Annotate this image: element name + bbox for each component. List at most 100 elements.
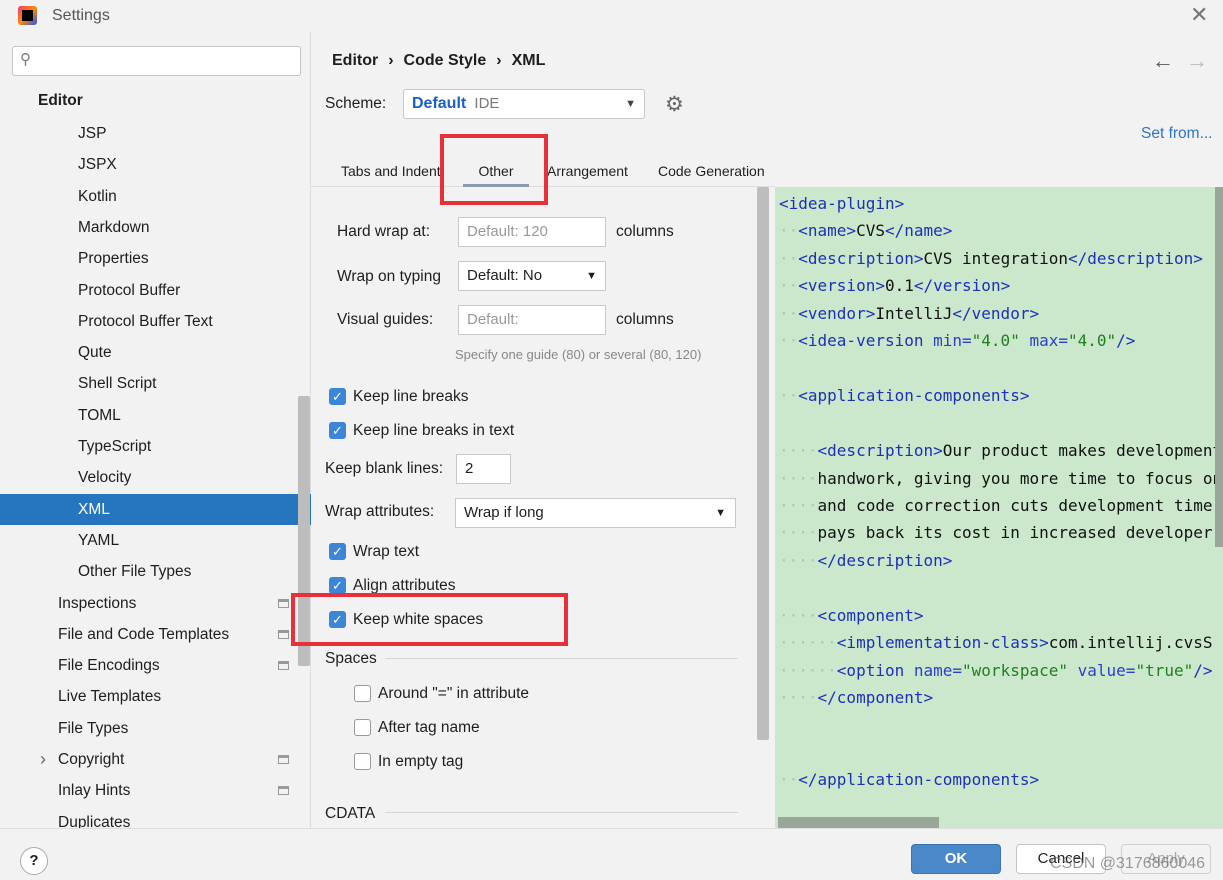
after-tag-name-checkbox[interactable] <box>354 719 371 736</box>
project-settings-icon <box>278 661 289 671</box>
code-token: IntelliJ <box>875 303 953 323</box>
breadcrumb-item[interactable]: Editor <box>332 52 378 69</box>
sidebar-item-kotlin[interactable]: Kotlin <box>0 181 298 212</box>
preview-horizontal-scrollbar[interactable] <box>778 817 939 828</box>
tab-tabs-and-indent[interactable]: Tabs and Indent <box>341 163 441 179</box>
search-input[interactable]: ⚲ <box>12 46 301 76</box>
code-token: ···· <box>779 605 818 625</box>
sidebar-item-qute[interactable]: Qute <box>0 337 298 368</box>
code-line: ··<description>CVS integration</descript… <box>779 245 1203 272</box>
wrap-typing-dropdown[interactable]: Default: No ▼ <box>458 261 606 291</box>
code-token: /> <box>1193 660 1213 680</box>
sidebar-item-xml[interactable]: XML <box>0 493 311 525</box>
sidebar-item-label: TypeScript <box>78 438 152 455</box>
wrap-text-checkbox[interactable]: ✓ <box>329 543 346 560</box>
sidebar-item-live-templates[interactable]: Live Templates <box>0 681 298 712</box>
sidebar-item-jspx[interactable]: JSPX <box>0 149 298 180</box>
project-settings-icon <box>278 598 289 608</box>
help-button[interactable]: ? <box>20 847 48 875</box>
sidebar-item-label: JSPX <box>78 156 117 174</box>
sidebar-item-yaml[interactable]: YAML <box>0 525 298 556</box>
sidebar-item-file-types[interactable]: File Types <box>0 713 298 744</box>
wrap-attributes-value: Wrap if long <box>464 504 544 521</box>
code-token: max= <box>1019 331 1068 351</box>
keep-line-breaks-text-checkbox[interactable]: ✓ <box>329 422 346 439</box>
window-title: Settings <box>52 7 110 24</box>
ok-button[interactable]: OK <box>911 844 1001 874</box>
sidebar-item-file-encodings[interactable]: File Encodings <box>0 650 298 681</box>
in-empty-tag-checkbox[interactable] <box>354 753 371 770</box>
code-token: and code correction cuts development tim… <box>817 495 1213 515</box>
sidebar-item-typescript[interactable]: TypeScript <box>0 431 298 462</box>
code-token: ······ <box>779 660 837 680</box>
hard-wrap-input[interactable]: Default: 120 <box>458 217 606 247</box>
chevron-right-icon[interactable]: › <box>40 744 46 775</box>
keep-line-breaks-checkbox[interactable]: ✓ <box>329 388 346 405</box>
options-scrollbar[interactable] <box>757 187 769 740</box>
code-token: </description> <box>817 550 953 570</box>
back-arrow-icon[interactable]: ← <box>1152 48 1174 74</box>
wrap-attributes-dropdown[interactable]: Wrap if long ▼ <box>455 498 736 528</box>
sidebar: ⚲ Editor JSP JSPX Kotlin Markdown Properties… <box>0 32 311 831</box>
sidebar-item-protocol-buffer-text[interactable]: Protocol Buffer Text <box>0 306 298 337</box>
align-attributes-checkbox[interactable]: ✓ <box>329 577 346 594</box>
sidebar-item-protocol-buffer[interactable]: Protocol Buffer <box>0 275 298 306</box>
code-token: <option <box>836 660 914 680</box>
sidebar-item-label: File Encodings <box>58 657 160 675</box>
keep-blank-lines-input[interactable]: 2 <box>456 454 511 484</box>
code-line: ····</component> <box>779 684 933 711</box>
code-token: </name> <box>884 221 953 241</box>
spaces-header: Spaces <box>325 650 377 667</box>
columns-label: columns <box>616 223 674 240</box>
around-eq-checkbox[interactable] <box>354 685 371 702</box>
project-settings-icon <box>278 629 289 639</box>
code-token: name= <box>913 660 963 680</box>
code-token: ···· <box>779 523 818 543</box>
keep-line-breaks-label: Keep line breaks <box>353 388 469 405</box>
sidebar-item-jsp[interactable]: JSP <box>0 118 298 149</box>
sidebar-item-properties[interactable]: Properties <box>0 243 298 274</box>
sidebar-item-velocity[interactable]: Velocity <box>0 462 298 493</box>
gear-icon[interactable]: ⚙ <box>665 92 684 117</box>
sidebar-item-other-file-types[interactable]: Other File Types <box>0 556 298 587</box>
sidebar-item-inspections[interactable]: Inspections <box>0 588 298 619</box>
code-token: </description> <box>1068 248 1203 268</box>
code-token: <name> <box>798 221 857 241</box>
preview-vertical-scrollbar[interactable] <box>1215 187 1223 547</box>
code-token: ·· <box>779 221 799 241</box>
scheme-name: Default <box>412 95 467 112</box>
scheme-dropdown[interactable]: Default IDE ▼ <box>403 89 645 119</box>
visual-guides-input[interactable]: Default: <box>458 305 606 335</box>
tab-code-generation[interactable]: Code Generation <box>658 163 765 179</box>
breadcrumb: Editor › Code Style › XML <box>332 52 546 69</box>
set-from-link[interactable]: Set from... <box>1141 125 1213 143</box>
code-token: ···· <box>779 550 818 570</box>
breadcrumb-item[interactable]: Code Style <box>404 52 487 69</box>
sidebar-item-label: Copyright <box>58 751 125 768</box>
forward-arrow-icon[interactable]: → <box>1186 48 1208 74</box>
search-icon: ⚲ <box>20 51 31 68</box>
code-token: 0.1 <box>884 276 914 296</box>
sidebar-item-file-and-code-templates[interactable]: File and Code Templates <box>0 619 298 650</box>
keep-blank-lines-label: Keep blank lines: <box>325 460 444 477</box>
sidebar-item-markdown[interactable]: Markdown <box>0 212 298 243</box>
sidebar-section-editor[interactable]: Editor <box>38 92 83 110</box>
sidebar-item-copyright[interactable]: Copyright › <box>0 744 298 775</box>
sidebar-item-label: Other File Types <box>78 563 192 581</box>
code-line: ····handwork, giving you more time to fo… <box>779 465 1222 492</box>
cdata-header: CDATA <box>325 805 376 822</box>
sidebar-item-inlay-hints[interactable]: Inlay Hints <box>0 775 298 806</box>
close-icon[interactable]: ✕ <box>1190 2 1208 28</box>
code-line: ··<application-components> <box>779 382 1029 409</box>
sidebar-item-toml[interactable]: TOML <box>0 400 298 431</box>
sidebar-item-shell-script[interactable]: Shell Script <box>0 368 298 399</box>
tab-arrangement[interactable]: Arrangement <box>547 163 628 179</box>
sidebar-item-label: File Types <box>58 719 129 737</box>
title-bar: Settings ✕ <box>0 0 1223 32</box>
sidebar-item-label: Properties <box>78 250 149 268</box>
code-token: Our product makes development <box>942 441 1223 461</box>
around-eq-label: Around "=" in attribute <box>378 685 530 702</box>
sidebar-item-label: Inlay Hints <box>58 782 131 800</box>
code-token: </component> <box>817 688 934 708</box>
sidebar-item-label: Protocol Buffer <box>78 281 181 299</box>
